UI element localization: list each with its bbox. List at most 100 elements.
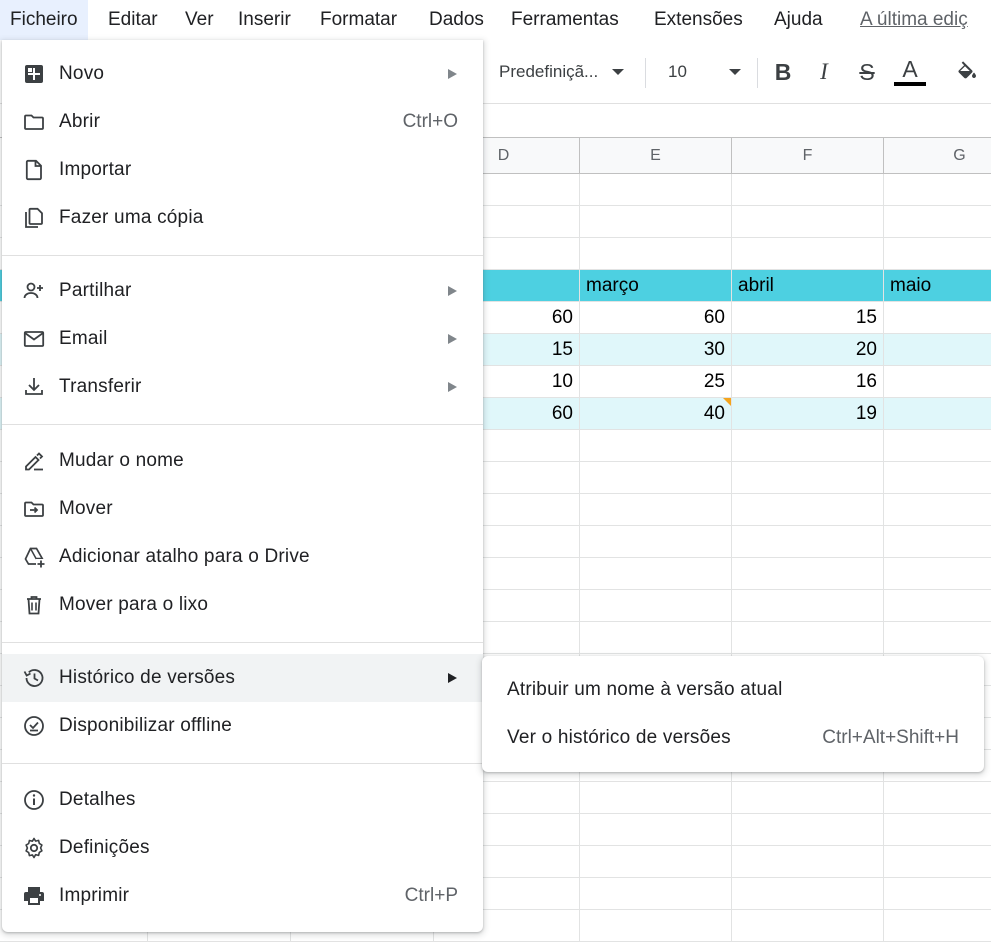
menu-ajuda[interactable]: Ajuda <box>774 0 823 40</box>
table-cell[interactable]: 25 <box>580 366 732 398</box>
menu-ver[interactable]: Ver <box>185 0 214 40</box>
table-cell[interactable] <box>580 622 732 654</box>
table-cell[interactable] <box>884 814 991 846</box>
menu-item-importar[interactable]: Importar <box>2 146 483 194</box>
table-cell[interactable] <box>580 174 732 206</box>
table-cell[interactable] <box>884 174 991 206</box>
table-cell[interactable] <box>580 238 732 270</box>
column-header-e[interactable]: E <box>580 138 732 174</box>
comment-indicator-icon[interactable] <box>723 398 731 406</box>
table-cell[interactable] <box>884 398 991 430</box>
menu-item-mudar-nome[interactable]: Mudar o nome <box>2 437 483 485</box>
table-cell[interactable] <box>884 590 991 622</box>
table-cell[interactable] <box>884 782 991 814</box>
table-cell[interactable] <box>884 366 991 398</box>
menu-item-novo[interactable]: Novo <box>2 50 483 98</box>
table-cell[interactable] <box>580 206 732 238</box>
table-cell[interactable] <box>732 526 884 558</box>
menu-extensoes[interactable]: Extensões <box>654 0 743 40</box>
table-cell[interactable] <box>732 430 884 462</box>
table-cell[interactable]: março <box>580 270 732 302</box>
menu-item-mover-lixo[interactable]: Mover para o lixo <box>2 581 483 629</box>
menu-item-nomear-versao[interactable]: Atribuir um nome à versão atual <box>482 666 984 714</box>
table-cell[interactable] <box>732 206 884 238</box>
menu-item-partilhar[interactable]: Partilhar <box>2 267 483 315</box>
menu-inserir[interactable]: Inserir <box>238 0 291 40</box>
table-cell[interactable] <box>580 846 732 878</box>
table-cell[interactable]: 16 <box>732 366 884 398</box>
table-cell[interactable]: 60 <box>580 302 732 334</box>
menu-item-fazer-copia[interactable]: Fazer uma cópia <box>2 194 483 242</box>
table-cell[interactable]: 30 <box>580 334 732 366</box>
table-cell[interactable] <box>732 494 884 526</box>
menu-editar[interactable]: Editar <box>108 0 158 40</box>
move-folder-icon <box>22 497 46 521</box>
table-cell[interactable] <box>580 910 732 942</box>
table-cell[interactable] <box>884 878 991 910</box>
menu-ficheiro[interactable]: Ficheiro <box>0 0 88 40</box>
table-cell[interactable]: abril <box>732 270 884 302</box>
table-cell[interactable]: 19 <box>732 398 884 430</box>
table-cell[interactable] <box>732 846 884 878</box>
table-cell[interactable] <box>580 878 732 910</box>
table-cell[interactable] <box>732 590 884 622</box>
table-cell[interactable] <box>580 558 732 590</box>
table-cell[interactable] <box>884 526 991 558</box>
table-cell[interactable] <box>732 782 884 814</box>
table-cell[interactable] <box>884 558 991 590</box>
table-cell[interactable] <box>732 814 884 846</box>
table-cell[interactable] <box>732 462 884 494</box>
menu-item-ver-historico[interactable]: Ver o histórico de versões Ctrl+Alt+Shif… <box>482 714 984 762</box>
menu-item-definicoes[interactable]: Definições <box>2 824 483 872</box>
text-color-button[interactable]: A <box>894 40 926 104</box>
menu-item-historico-versoes[interactable]: Histórico de versões <box>2 654 483 702</box>
table-cell[interactable] <box>884 910 991 942</box>
table-cell[interactable]: 40 <box>580 398 732 430</box>
table-cell[interactable] <box>884 206 991 238</box>
table-cell[interactable] <box>580 782 732 814</box>
menu-dados[interactable]: Dados <box>429 0 484 40</box>
fill-color-button[interactable] <box>952 40 982 104</box>
italic-button[interactable]: I <box>809 40 839 104</box>
table-cell[interactable] <box>580 430 732 462</box>
column-header-f[interactable]: F <box>732 138 884 174</box>
table-cell[interactable] <box>884 462 991 494</box>
table-cell[interactable] <box>884 334 991 366</box>
bold-button[interactable]: B <box>768 40 798 104</box>
menu-formatar[interactable]: Formatar <box>320 0 397 40</box>
table-cell[interactable] <box>884 238 991 270</box>
menu-item-imprimir[interactable]: Imprimir Ctrl+P <box>2 872 483 920</box>
menu-item-detalhes[interactable]: Detalhes <box>2 776 483 824</box>
last-edit-link[interactable]: A última ediç <box>860 0 991 40</box>
table-cell[interactable] <box>732 238 884 270</box>
menu-item-abrir[interactable]: Abrir Ctrl+O <box>2 98 483 146</box>
table-cell[interactable] <box>884 846 991 878</box>
menu-ferramentas[interactable]: Ferramentas <box>511 0 619 40</box>
font-size-select[interactable]: 10 <box>668 40 741 104</box>
menu-item-mover[interactable]: Mover <box>2 485 483 533</box>
column-header-g[interactable]: G <box>884 138 991 174</box>
table-cell[interactable]: 20 <box>732 334 884 366</box>
table-cell[interactable] <box>732 174 884 206</box>
menu-item-offline[interactable]: Disponibilizar offline <box>2 702 483 750</box>
menu-item-transferir[interactable]: Transferir <box>2 363 483 411</box>
table-cell[interactable] <box>884 430 991 462</box>
menu-item-atalho-drive[interactable]: Adicionar atalho para o Drive <box>2 533 483 581</box>
table-cell[interactable] <box>884 494 991 526</box>
strikethrough-button[interactable]: S <box>852 40 882 104</box>
table-cell[interactable] <box>884 622 991 654</box>
menu-item-email[interactable]: Email <box>2 315 483 363</box>
table-cell[interactable]: 15 <box>732 302 884 334</box>
table-cell[interactable]: maio <box>884 270 991 302</box>
table-cell[interactable] <box>580 494 732 526</box>
table-cell[interactable] <box>884 302 991 334</box>
table-cell[interactable] <box>732 878 884 910</box>
table-cell[interactable] <box>732 910 884 942</box>
table-cell[interactable] <box>580 814 732 846</box>
table-cell[interactable] <box>732 558 884 590</box>
table-cell[interactable] <box>580 526 732 558</box>
font-family-select[interactable]: Predefiniçã... <box>499 40 625 104</box>
table-cell[interactable] <box>580 590 732 622</box>
table-cell[interactable] <box>732 622 884 654</box>
table-cell[interactable] <box>580 462 732 494</box>
